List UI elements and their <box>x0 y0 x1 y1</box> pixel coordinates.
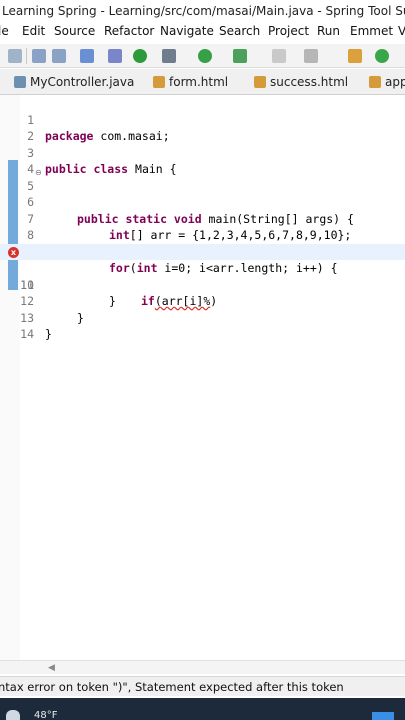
code-line-8: 8 <box>0 211 405 242</box>
new-java-package-icon[interactable] <box>348 49 362 63</box>
code-line-3: 3 public class Main { <box>0 128 405 177</box>
stop-icon[interactable] <box>272 49 286 63</box>
menu-window[interactable]: V <box>398 24 405 38</box>
status-bar: ntax error on token ")", Statement expec… <box>0 676 405 696</box>
editor-tab-bar: MyController.java form.html success.html… <box>0 69 405 95</box>
tab-label: appl <box>385 75 405 89</box>
toolbar-separator <box>26 48 27 64</box>
code-line-10: x 10 if(arr[i]%) <box>0 243 405 308</box>
tab-appl[interactable]: appl <box>369 73 405 94</box>
tab-label: form.html <box>169 75 229 89</box>
code-line-2: 2 <box>0 112 405 143</box>
html-file-icon <box>254 76 266 88</box>
code-line-6: 6 <box>0 178 405 209</box>
main-toolbar <box>0 44 405 68</box>
menu-run[interactable]: Run <box>317 24 340 38</box>
disconnect-icon[interactable] <box>304 49 318 63</box>
weather-icon[interactable] <box>6 710 20 720</box>
menu-project[interactable]: Project <box>268 24 309 38</box>
code-line-13: 13 } <box>0 293 405 342</box>
layout-icon[interactable] <box>108 49 122 63</box>
code-line-7: 7 int[] arr = {1,2,3,4,5,6,7,8,9,10}; <box>0 194 405 243</box>
horizontal-scrollbar[interactable]: ◀ <box>0 660 405 674</box>
menu-search[interactable]: Search <box>219 24 260 38</box>
menu-refactor[interactable]: Refactor <box>104 24 154 38</box>
tab-form-html[interactable]: form.html <box>153 73 229 94</box>
window-title-bar: Learning Spring - Learning/src/com/masai… <box>0 0 405 22</box>
code-line-12: 12 } <box>0 277 405 325</box>
new-icon[interactable] <box>8 49 22 63</box>
os-taskbar: 48°F <box>0 698 405 720</box>
new-class-icon[interactable] <box>375 49 389 63</box>
menu-navigate[interactable]: Navigate <box>160 24 214 38</box>
weather-temperature[interactable]: 48°F <box>34 710 57 720</box>
terminal-icon[interactable] <box>80 49 94 63</box>
code-line-14: 14 <box>0 310 405 341</box>
menu-bar: le Edit Source Refactor Navigate Search … <box>0 22 405 42</box>
status-message: ntax error on token ")", Statement expec… <box>0 680 344 694</box>
save-icon[interactable] <box>32 49 46 63</box>
error-icon[interactable]: x <box>8 246 19 258</box>
save-all-icon[interactable] <box>52 49 66 63</box>
code-line-4: 4 <box>0 145 405 176</box>
tab-label: success.html <box>270 75 349 89</box>
debug-icon[interactable] <box>162 49 176 63</box>
menu-source[interactable]: Source <box>54 24 95 38</box>
run-external-icon[interactable] <box>233 49 247 63</box>
tab-success-html[interactable]: success.html <box>254 73 349 94</box>
spring-boot-icon[interactable] <box>133 49 147 63</box>
code-line-1: 1 package com.masai; <box>0 95 405 144</box>
run-icon[interactable] <box>198 49 212 63</box>
code-line-9: 9 for(int i=0; i<arr.length; i++) { <box>0 227 405 276</box>
code-text: } <box>45 327 52 341</box>
menu-edit[interactable]: Edit <box>22 24 45 38</box>
java-file-icon <box>14 76 26 88</box>
html-file-icon <box>369 76 381 88</box>
code-editor[interactable]: 1 package com.masai; 2 3 public class Ma… <box>0 95 405 660</box>
code-line-5: 5 ⊖ public static void main(String[] arg… <box>0 161 405 226</box>
scroll-left-icon[interactable]: ◀ <box>48 663 55 673</box>
html-file-icon <box>153 76 165 88</box>
windows-start-icon[interactable] <box>372 712 394 720</box>
line-number: 14 <box>20 327 34 341</box>
tab-mycontroller[interactable]: MyController.java <box>14 73 135 94</box>
window-title: Learning Spring - Learning/src/com/masai… <box>2 4 405 18</box>
tab-label: MyController.java <box>30 75 135 89</box>
menu-emmet[interactable]: Emmet <box>350 24 393 38</box>
menu-file[interactable]: le <box>0 24 9 38</box>
code-line-11: 11 } <box>0 260 405 309</box>
